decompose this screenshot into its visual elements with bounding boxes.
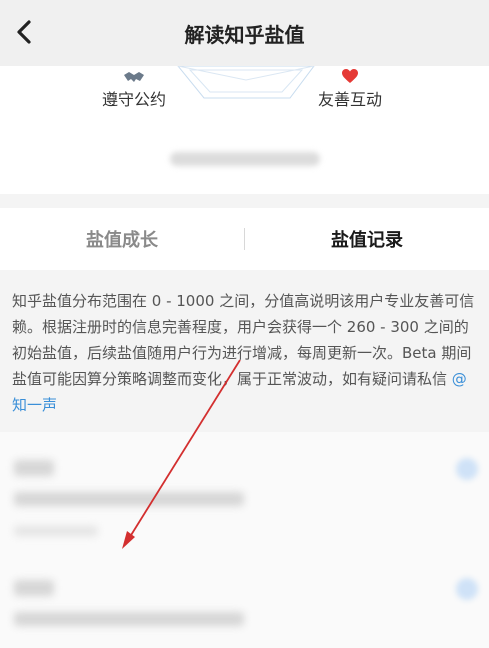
record-value-blur <box>456 458 478 480</box>
chevron-left-icon <box>17 20 31 44</box>
page-title: 解读知乎盐值 <box>184 22 305 47</box>
record-title-blur <box>14 580 54 596</box>
radar-chart <box>177 66 315 99</box>
record-desc-blur <box>14 492 244 506</box>
record-value-blur <box>456 578 478 600</box>
radar-web-inner <box>188 69 304 93</box>
blurred-score-line <box>170 152 320 166</box>
tab-growth[interactable]: 盐值成长 <box>0 226 244 252</box>
handshake-icon <box>124 72 144 82</box>
trait-friendly: 友善互动 <box>300 68 400 110</box>
record-title-blur <box>14 460 54 476</box>
record-desc-blur <box>14 612 244 626</box>
radar-web-outer <box>177 66 315 99</box>
heart-icon <box>342 69 358 83</box>
records-list <box>0 432 489 648</box>
tab-bar: 盐值成长 盐值记录 <box>0 208 489 270</box>
salt-value-description: 知乎盐值分布范围在 0 - 1000 之间，分值高说明该用户专业友善可信赖。根据… <box>0 270 489 430</box>
trait-compliance-label: 遵守公约 <box>101 90 166 109</box>
tab-records[interactable]: 盐值记录 <box>245 226 489 252</box>
trait-friendly-label: 友善互动 <box>317 90 382 109</box>
radar-section: 遵守公约 友善互动 <box>0 66 489 194</box>
nav-bar: 解读知乎盐值 <box>0 0 489 66</box>
description-text: 知乎盐值分布范围在 0 - 1000 之间，分值高说明该用户专业友善可信赖。根据… <box>12 292 475 388</box>
back-button[interactable] <box>6 14 42 50</box>
trait-compliance: 遵守公约 <box>84 70 184 110</box>
record-date-blur <box>14 526 98 536</box>
